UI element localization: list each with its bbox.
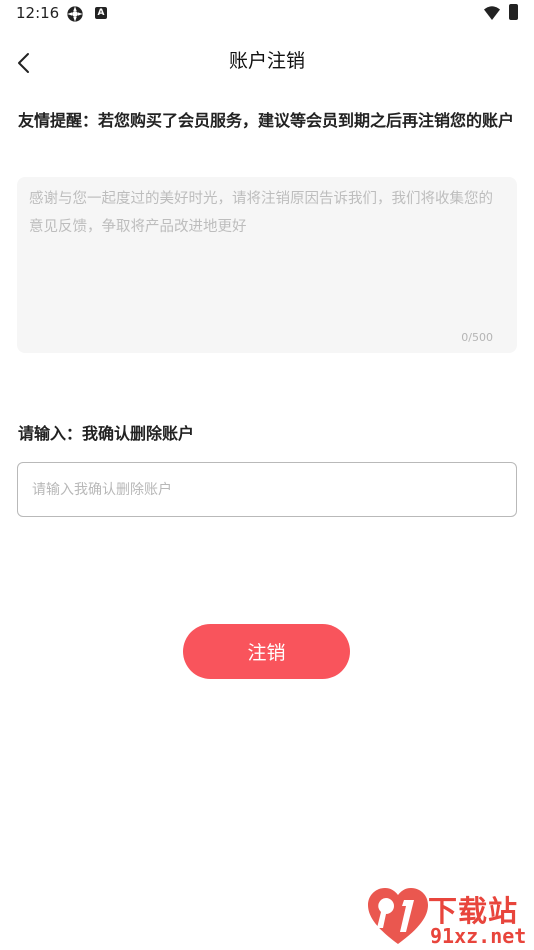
- settings-status-icon: [67, 6, 83, 22]
- battery-icon: [509, 4, 518, 20]
- status-bar: 12:16 A: [0, 0, 534, 30]
- confirm-label: 请输入：我确认删除账户: [18, 424, 195, 443]
- deactivate-account-button[interactable]: 注销: [183, 624, 350, 679]
- confirm-input[interactable]: [17, 462, 517, 517]
- status-time: 12:16: [16, 4, 60, 22]
- page-title: 账户注销: [228, 50, 305, 72]
- a-notification-icon: A: [95, 7, 107, 19]
- watermark-url: 91xz.net: [430, 924, 527, 948]
- reason-box: 0/500: [17, 177, 517, 353]
- membership-tip: 友情提醒：若您购买了会员服务，建议等会员到期之后再注销您的账户: [18, 111, 515, 130]
- character-counter: 0/500: [461, 331, 493, 344]
- watermark-logo-icon: [368, 888, 428, 944]
- wifi-icon: [484, 6, 500, 20]
- watermark: 下载站 91xz.net: [362, 884, 534, 950]
- reason-textarea[interactable]: [29, 185, 505, 315]
